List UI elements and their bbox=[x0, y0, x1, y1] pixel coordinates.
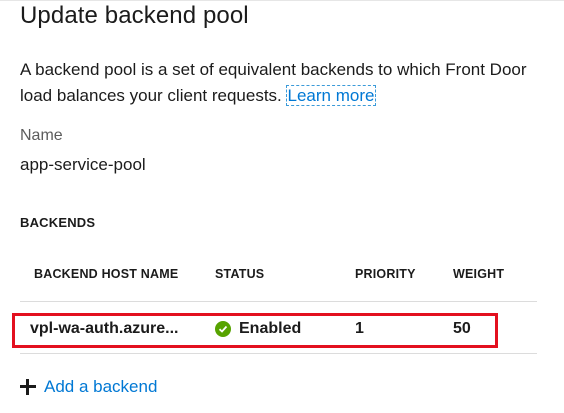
highlight-box bbox=[12, 313, 498, 348]
learn-more-link[interactable]: Learn more bbox=[285, 85, 377, 106]
column-header-priority[interactable]: PRIORITY bbox=[355, 267, 416, 281]
plus-icon bbox=[20, 379, 36, 395]
add-backend-button[interactable]: Add a backend bbox=[20, 377, 157, 397]
page-title: Update backend pool bbox=[20, 2, 249, 29]
panel-top-border bbox=[0, 0, 564, 1]
column-header-host[interactable]: BACKEND HOST NAME bbox=[34, 267, 178, 281]
panel-description: A backend pool is a set of equivalent ba… bbox=[20, 57, 550, 109]
backends-section-title: BACKENDS bbox=[20, 215, 96, 230]
description-text: A backend pool is a set of equivalent ba… bbox=[20, 60, 527, 105]
column-header-weight[interactable]: WEIGHT bbox=[453, 267, 504, 281]
column-header-status[interactable]: STATUS bbox=[215, 267, 264, 281]
add-backend-label: Add a backend bbox=[44, 377, 158, 396]
table-header-row: BACKEND HOST NAME STATUS PRIORITY WEIGHT bbox=[20, 258, 537, 302]
update-backend-pool-panel: Update backend pool A backend pool is a … bbox=[0, 0, 564, 413]
name-value: app-service-pool bbox=[20, 155, 146, 174]
name-label: Name bbox=[20, 127, 63, 144]
